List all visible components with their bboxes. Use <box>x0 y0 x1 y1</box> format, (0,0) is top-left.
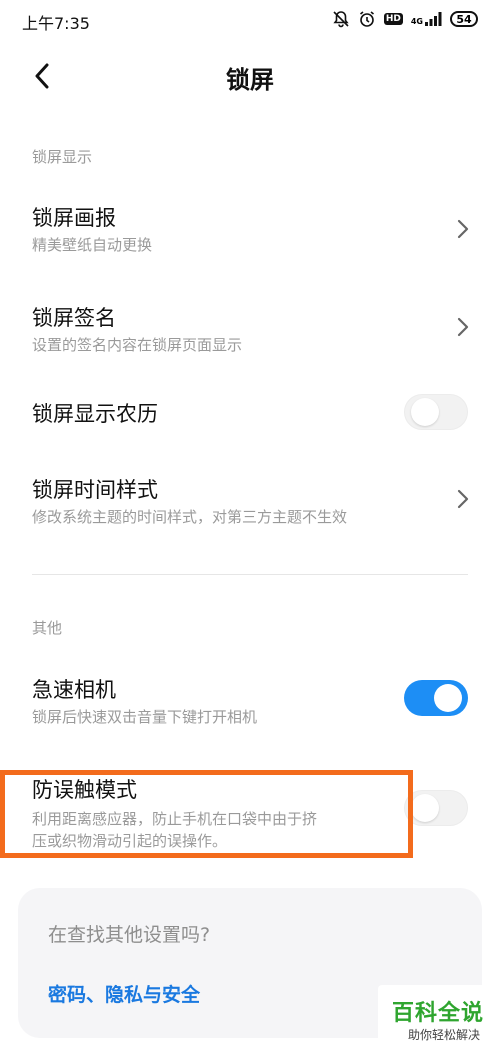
row-subtitle: 精美壁纸自动更换 <box>32 236 153 254</box>
chevron-right-icon <box>457 219 469 239</box>
lunar-calendar-toggle[interactable] <box>404 394 468 430</box>
watermark-title: 百科全说 <box>391 1001 484 1026</box>
row-title: 锁屏画报 <box>32 206 116 230</box>
watermark-subtitle: 助你轻松解决 <box>407 1028 480 1042</box>
setting-row-quick-camera: 急速相机 锁屏后快速双击音量下键打开相机 <box>0 664 500 736</box>
hd-badge: HD <box>383 13 403 25</box>
network-label: 4G <box>410 17 423 26</box>
setting-row-lock-time-style[interactable]: 锁屏时间样式 修改系统主题的时间样式，对第三方主题不生效 <box>0 464 500 536</box>
section-label-lock-display: 锁屏显示 <box>32 148 93 166</box>
chevron-right-icon <box>457 317 469 337</box>
battery-indicator: 54 <box>450 11 478 27</box>
status-icons: HD 4G 54 <box>332 8 478 30</box>
mute-bell-icon <box>333 11 349 28</box>
row-subtitle: 修改系统主题的时间样式，对第三方主题不生效 <box>32 508 348 526</box>
row-title: 急速相机 <box>32 678 116 702</box>
row-subtitle: 设置的签名内容在锁屏页面显示 <box>32 336 243 354</box>
privacy-security-link[interactable]: 密码、隐私与安全 <box>48 980 200 1007</box>
section-divider <box>32 574 468 575</box>
toggle-knob <box>411 398 439 426</box>
alarm-icon <box>359 11 374 27</box>
row-title: 锁屏签名 <box>32 306 116 330</box>
section-label-other: 其他 <box>32 619 63 637</box>
highlight-frame <box>0 770 413 858</box>
card-question: 在查找其他设置吗? <box>48 924 211 946</box>
anti-mistouch-toggle[interactable] <box>404 790 468 826</box>
chevron-right-icon <box>457 489 469 509</box>
setting-row-lock-signature[interactable]: 锁屏签名 设置的签名内容在锁屏页面显示 <box>0 292 500 364</box>
toggle-knob <box>411 794 439 822</box>
signal-icon <box>425 12 442 26</box>
status-time: 上午7:35 <box>22 14 90 33</box>
row-title: 锁屏时间样式 <box>32 478 158 502</box>
row-title: 锁屏显示农历 <box>32 402 158 426</box>
setting-row-lock-wallpaper[interactable]: 锁屏画报 精美壁纸自动更换 <box>0 192 500 264</box>
page-title: 锁屏 <box>226 66 274 94</box>
setting-row-lunar-calendar: 锁屏显示农历 <box>0 380 500 444</box>
toggle-knob <box>434 684 462 712</box>
row-subtitle: 锁屏后快速双击音量下键打开相机 <box>32 708 258 726</box>
quick-camera-toggle[interactable] <box>404 680 468 716</box>
